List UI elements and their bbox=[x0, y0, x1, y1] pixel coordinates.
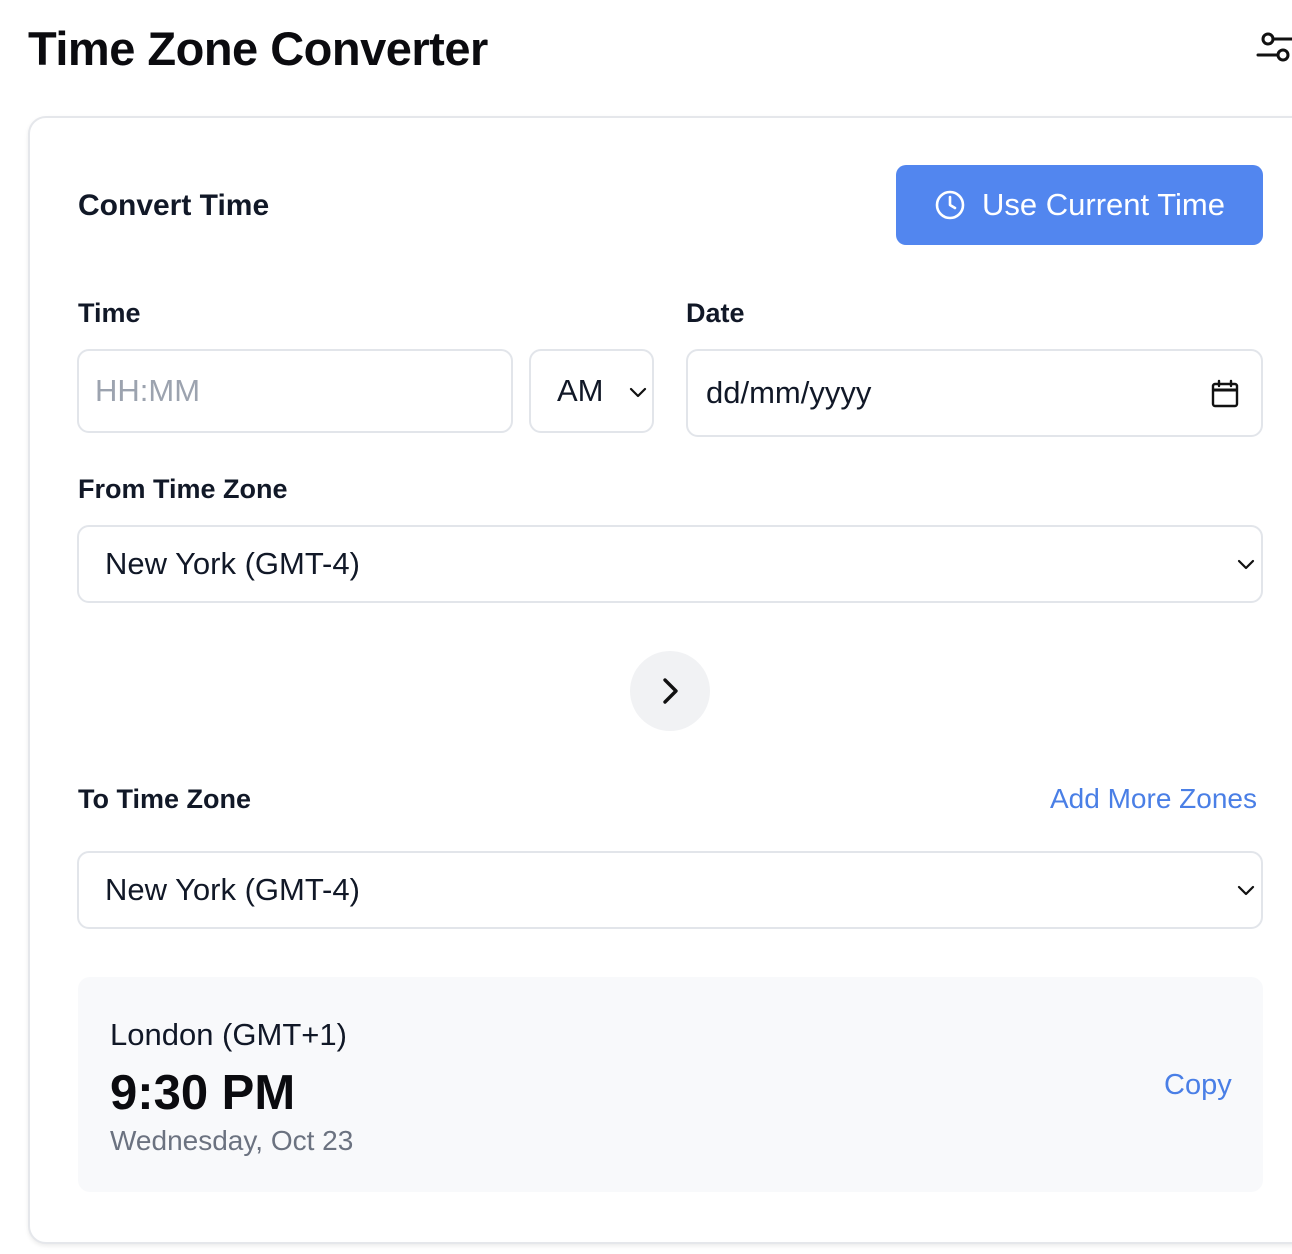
use-current-time-button[interactable]: Use Current Time bbox=[896, 165, 1263, 245]
ampm-select[interactable]: AM bbox=[529, 349, 654, 433]
page-title: Time Zone Converter bbox=[28, 22, 488, 75]
date-label: Date bbox=[686, 298, 745, 328]
to-zone-label: To Time Zone bbox=[78, 784, 252, 814]
use-current-time-label: Use Current Time bbox=[982, 187, 1225, 222]
copy-button[interactable]: Copy bbox=[1164, 1069, 1232, 1102]
page: Time Zone Converter Convert Time Use Cur… bbox=[0, 0, 1292, 1254]
settings-button[interactable] bbox=[1256, 28, 1292, 68]
add-more-zones-link[interactable]: Add More Zones bbox=[1050, 782, 1257, 816]
date-value: dd/mm/yyyy bbox=[706, 375, 872, 410]
section-title: Convert Time bbox=[78, 189, 270, 222]
chevron-down-icon bbox=[629, 387, 647, 398]
chevron-right-icon bbox=[663, 678, 678, 704]
result-card: London (GMT+1) 9:30 PM Wednesday, Oct 23… bbox=[78, 977, 1263, 1192]
chevron-down-icon bbox=[1237, 885, 1255, 896]
from-zone-select[interactable]: New York (GMT-4) bbox=[77, 525, 1263, 603]
time-label: Time bbox=[78, 298, 141, 328]
time-field bbox=[77, 349, 513, 433]
result-time: 9:30 PM bbox=[110, 1066, 296, 1120]
ampm-value: AM bbox=[557, 373, 604, 408]
clock-icon bbox=[935, 190, 965, 220]
convert-arrow-button[interactable] bbox=[630, 651, 710, 731]
chevron-down-icon bbox=[1237, 559, 1255, 570]
sliders-icon bbox=[1256, 32, 1292, 62]
from-zone-value: New York (GMT-4) bbox=[105, 546, 360, 581]
result-date: Wednesday, Oct 23 bbox=[110, 1125, 354, 1156]
to-zone-select[interactable]: New York (GMT-4) bbox=[77, 851, 1263, 929]
time-input[interactable] bbox=[79, 373, 511, 409]
calendar-icon[interactable] bbox=[1210, 379, 1240, 409]
date-field[interactable]: dd/mm/yyyy bbox=[686, 349, 1263, 437]
result-zone: London (GMT+1) bbox=[110, 1017, 347, 1052]
from-zone-label: From Time Zone bbox=[78, 474, 288, 504]
to-zone-value: New York (GMT-4) bbox=[105, 872, 360, 907]
